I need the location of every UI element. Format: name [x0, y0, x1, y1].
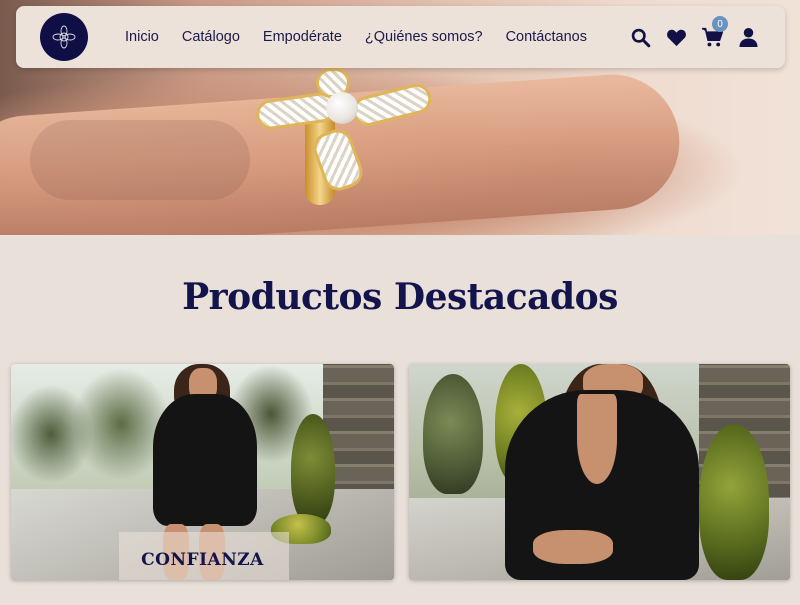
user-icon[interactable] — [736, 25, 760, 49]
nav-link-quienes-somos[interactable]: ¿Quiénes somos? — [365, 29, 483, 45]
product-card-label: CONFIANZA — [141, 550, 264, 570]
main-nav: Inicio Catálogo Empodérate ¿Quiénes somo… — [125, 6, 610, 68]
nav-link-inicio[interactable]: Inicio — [125, 29, 159, 45]
brand-logo[interactable] — [40, 13, 88, 61]
ring-pearl — [326, 92, 358, 124]
search-icon[interactable] — [628, 25, 652, 49]
nav-link-catalogo[interactable]: Catálogo — [182, 29, 240, 45]
cart-icon[interactable]: 0 — [700, 16, 728, 49]
navbar: Inicio Catálogo Empodérate ¿Quiénes somo… — [16, 6, 785, 68]
cart-count-badge: 0 — [712, 16, 728, 32]
nav-link-empoderate[interactable]: Empodérate — [263, 29, 342, 45]
logo-flower-icon — [52, 25, 76, 49]
heart-icon[interactable] — [664, 25, 688, 49]
product-card[interactable]: CONFIANZA — [11, 364, 394, 580]
featured-products-title: Productos Destacados — [182, 276, 618, 318]
product-card[interactable] — [409, 364, 790, 580]
nav-actions: 0 — [628, 6, 772, 68]
nav-link-contactanos[interactable]: Contáctanos — [506, 29, 587, 45]
